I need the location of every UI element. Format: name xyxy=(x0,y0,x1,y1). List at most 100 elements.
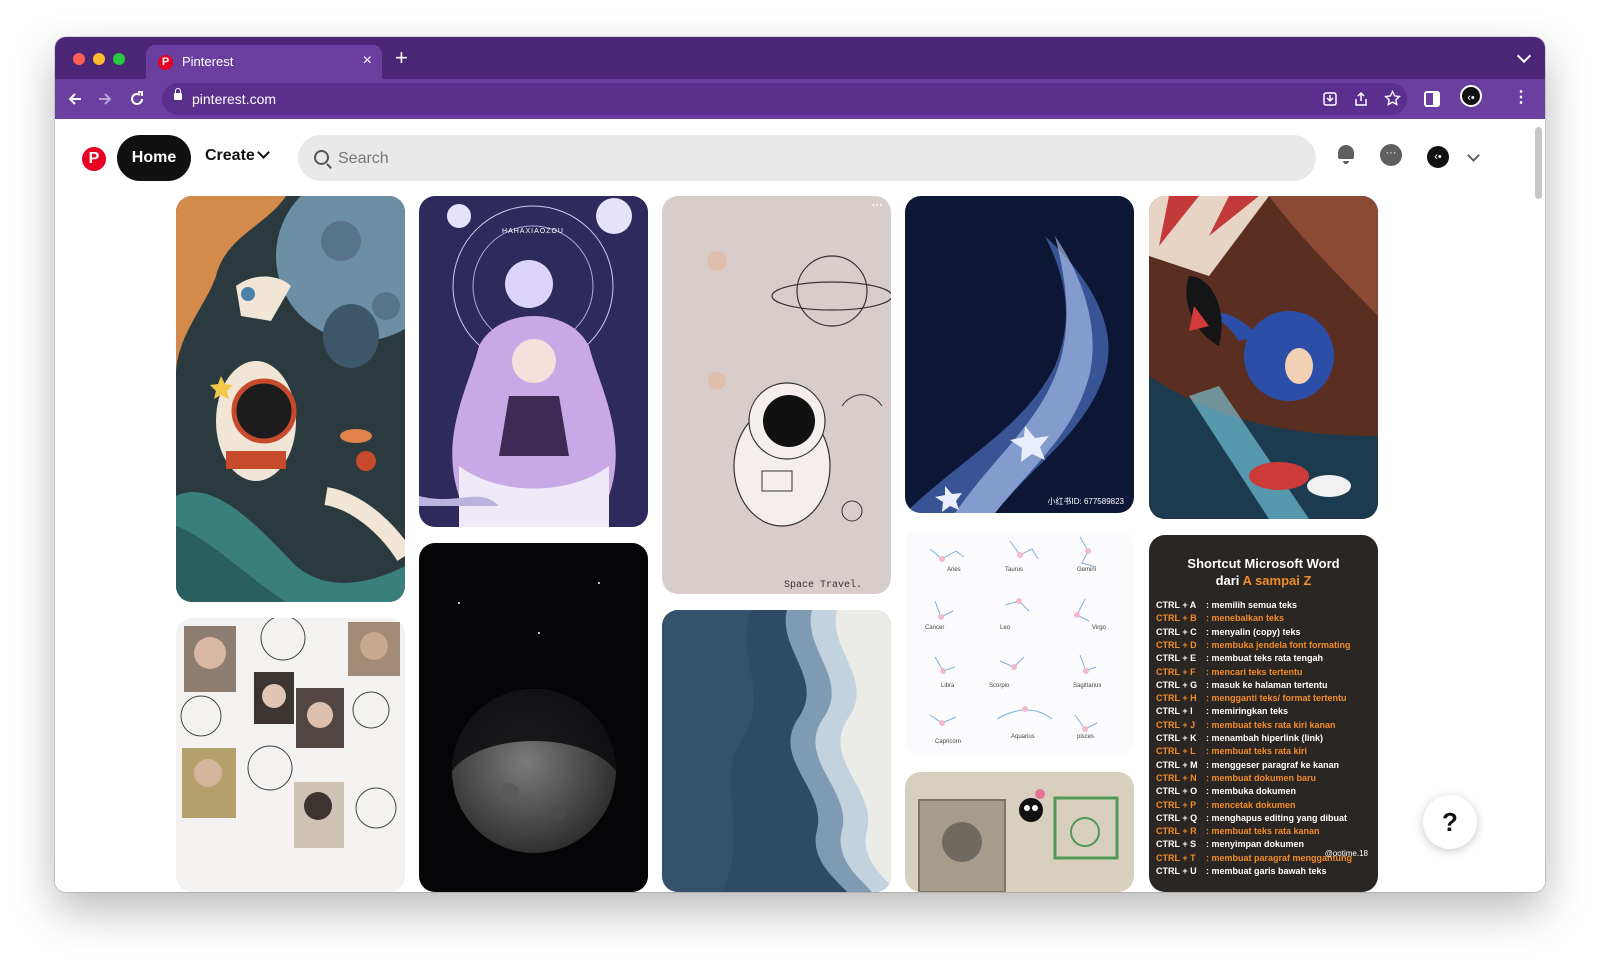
word-title-prefix: dari xyxy=(1215,573,1243,588)
browser-window: P Pinterest × + pinterest.com ‹• ⋮ P Hom… xyxy=(55,37,1545,892)
shortcut-description: : menyimpan dokumen xyxy=(1206,839,1305,850)
shortcut-key: CTRL + M xyxy=(1156,759,1198,770)
account-chevron-down-icon[interactable] xyxy=(1467,149,1480,162)
pin-galaxy-dress[interactable]: 小红书ID: 677589823 xyxy=(905,196,1134,513)
vintage-stamps-image xyxy=(905,772,1134,892)
word-shortcut-line: CTRL + Q: menghapus editing yang dibuat xyxy=(1156,813,1347,823)
pinterest-logo-icon[interactable]: P xyxy=(82,147,106,171)
share-icon[interactable] xyxy=(1353,91,1369,107)
maximize-window-button[interactable] xyxy=(113,53,125,65)
search-bar[interactable] xyxy=(298,135,1316,183)
pinterest-favicon-icon: P xyxy=(158,55,173,70)
minimize-window-button[interactable] xyxy=(93,53,105,65)
word-shortcut-line: CTRL + R: membuat teks rata kanan xyxy=(1156,826,1320,836)
tab-close-icon[interactable]: × xyxy=(363,52,372,70)
new-tab-button[interactable]: + xyxy=(395,45,408,71)
create-label: Create xyxy=(205,147,255,164)
pin-portrait-sketches[interactable] xyxy=(176,618,405,892)
shortcut-description: : menambah hiperlink (link) xyxy=(1206,733,1324,743)
pin-astronaut-cartoon[interactable] xyxy=(176,196,405,602)
reload-button[interactable] xyxy=(129,91,145,107)
pin-vintage-stamps[interactable] xyxy=(905,772,1134,892)
chevron-down-icon xyxy=(256,146,270,159)
shortcut-key: CTRL + S xyxy=(1156,839,1197,850)
pin-space-travel-drawing[interactable]: Space Travel. ··· xyxy=(662,196,891,594)
shortcut-key: CTRL + A xyxy=(1156,600,1197,610)
pinterest-page: P Home Create ··· ‹• xyxy=(55,119,1545,892)
tab-bar: P Pinterest × + xyxy=(55,37,1545,79)
shortcut-description: : membuka dokumen xyxy=(1206,786,1297,797)
pin-anime-girl-moon[interactable]: HAHAXIAOZOU xyxy=(419,196,648,527)
word-shortcut-line: CTRL + K : menambah hiperlink (link) xyxy=(1156,733,1323,743)
shortcut-description: : membuka jendela font formating xyxy=(1206,639,1351,650)
pin-sonic-art[interactable] xyxy=(1149,196,1378,519)
zodiac-label: Leo xyxy=(1000,625,1011,631)
shortcut-description: : mencari teks tertentu xyxy=(1206,666,1303,677)
astronaut-cartoon-image xyxy=(176,196,405,602)
shortcut-description: : membuat garis bawah teks xyxy=(1206,866,1327,876)
word-shortcut-line: CTRL + S : menyimpan dokumen xyxy=(1156,839,1304,849)
shortcut-key: CTRL + P xyxy=(1156,799,1197,810)
shortcut-description: : mengganti teks/ format tertentu xyxy=(1206,693,1347,704)
shortcut-description: : menebalkan teks xyxy=(1206,613,1285,624)
shortcut-key: CTRL + K xyxy=(1156,733,1197,743)
back-button[interactable] xyxy=(68,92,82,106)
page-scrollbar[interactable] xyxy=(1535,127,1542,199)
shortcut-key: CTRL + G xyxy=(1156,679,1198,690)
shortcut-key: CTRL + F xyxy=(1156,666,1196,677)
pin-zodiac-constellations[interactable]: Aries Taurus Gemini Cancer Leo Virgo Lib… xyxy=(905,529,1134,756)
word-shortcut-line: CTRL + D: membuka jendela font formating xyxy=(1156,640,1351,650)
word-shortcut-line: CTRL + O: membuka dokumen xyxy=(1156,786,1296,796)
pin-blue-waves[interactable] xyxy=(662,610,891,892)
create-button[interactable]: Create xyxy=(205,146,270,165)
shortcut-description: : membuat teks rata kiri xyxy=(1206,746,1308,757)
word-shortcut-line: CTRL + L: membuat teks rata kiri xyxy=(1156,746,1307,756)
shortcut-key: CTRL + H xyxy=(1156,693,1197,704)
word-shortcut-line: CTRL + C: menyalin (copy) teks xyxy=(1156,627,1301,637)
pin-moon-photo[interactable] xyxy=(419,543,648,892)
pin-more-icon[interactable]: ··· xyxy=(872,200,883,212)
word-shortcut-line: CTRL + J: membuat teks rata kiri kanan xyxy=(1156,720,1336,730)
word-credit: @ootime.18 xyxy=(1324,849,1368,858)
zodiac-label: Gemini xyxy=(1077,567,1097,573)
home-button[interactable]: Home xyxy=(117,135,191,181)
galaxy-dress-image xyxy=(905,196,1134,513)
word-shortcut-line: CTRL + I : memiringkan teks xyxy=(1156,706,1288,716)
shortcut-description: : memiringkan teks xyxy=(1206,706,1289,717)
word-shortcut-line: CTRL + N: membuat dokumen baru xyxy=(1156,773,1316,783)
help-button[interactable]: ? xyxy=(1423,795,1477,849)
search-input[interactable] xyxy=(336,135,1280,183)
zodiac-constellations-image xyxy=(929,536,1098,732)
pin-word-shortcuts[interactable]: Shortcut Microsoft Word dari A sampai Z … xyxy=(1149,535,1378,892)
word-shortcut-line: CTRL + F : mencari teks tertentu xyxy=(1156,667,1303,677)
shortcut-key: CTRL + I xyxy=(1156,706,1193,717)
anime-girl-moon-image: HAHAXIAOZOU xyxy=(419,196,648,527)
side-panel-icon[interactable] xyxy=(1424,91,1440,107)
zodiac-label: Scorpio xyxy=(989,683,1010,689)
address-bar[interactable]: pinterest.com xyxy=(162,83,1407,115)
browser-profile-icon[interactable]: ‹• xyxy=(1460,85,1482,107)
shortcut-key: CTRL + J xyxy=(1156,719,1196,730)
shortcut-key: CTRL + B xyxy=(1156,613,1197,624)
zodiac-label: Libra xyxy=(941,683,955,689)
zodiac-label: Virgo xyxy=(1092,625,1106,631)
shortcut-key: CTRL + T xyxy=(1156,852,1196,863)
install-app-icon[interactable] xyxy=(1322,91,1338,107)
shortcut-key: CTRL + R xyxy=(1156,826,1197,837)
shortcut-description: : mencetak dokumen xyxy=(1206,799,1296,810)
forward-button[interactable] xyxy=(98,92,112,106)
word-shortcut-line: CTRL + G: masuk ke halaman tertentu xyxy=(1156,680,1328,690)
avatar[interactable]: ‹• xyxy=(1427,146,1449,168)
notifications-bell-icon[interactable] xyxy=(1338,145,1354,164)
bookmark-star-icon[interactable] xyxy=(1384,90,1401,107)
tab-pinterest[interactable]: P Pinterest × xyxy=(146,45,382,79)
tab-search-chevron-icon[interactable] xyxy=(1516,48,1532,64)
shortcut-key: CTRL + N xyxy=(1156,772,1197,783)
sonic-art-image xyxy=(1149,196,1378,519)
browser-menu-icon[interactable]: ⋮ xyxy=(1513,87,1529,107)
messages-icon[interactable]: ··· xyxy=(1380,144,1402,166)
close-window-button[interactable] xyxy=(73,53,85,65)
word-shortcut-line: CTRL + P : mencetak dokumen xyxy=(1156,800,1296,810)
svg-text:HAHAXIAOZOU: HAHAXIAOZOU xyxy=(502,228,564,235)
shortcut-key: CTRL + C xyxy=(1156,626,1197,637)
